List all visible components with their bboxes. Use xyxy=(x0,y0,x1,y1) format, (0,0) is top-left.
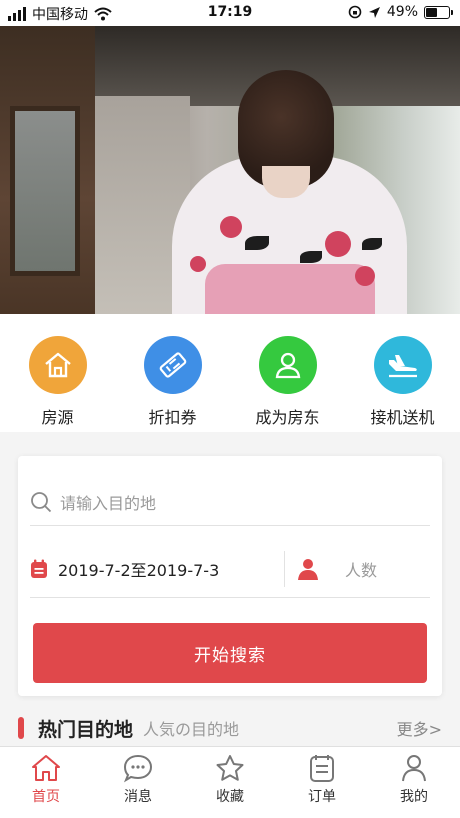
menu-label: 折扣券 xyxy=(148,408,197,427)
person-icon xyxy=(258,336,317,394)
tab-favorites[interactable]: 收藏 xyxy=(190,753,270,818)
calendar-icon xyxy=(31,559,47,578)
status-right: 49% xyxy=(348,4,453,20)
hero-banner[interactable] xyxy=(0,26,460,314)
menu-item-airport-transfer[interactable]: 接机送机 xyxy=(348,336,458,432)
search-icon xyxy=(31,491,52,512)
rotation-lock-icon xyxy=(348,5,362,19)
menu-label: 房源 xyxy=(41,408,74,427)
date-range[interactable]: 2019-7-2至2019-7-3 xyxy=(58,557,284,581)
menu-label: 接机送机 xyxy=(370,408,435,427)
star-icon xyxy=(216,755,244,781)
tab-label: 首页 xyxy=(32,789,60,805)
user-icon xyxy=(402,755,426,782)
search-card: 请输入目的地 2019-7-2至2019-7-3 人数 开始搜索 xyxy=(18,456,442,696)
ticket-icon xyxy=(143,336,202,394)
menu-label: 成为房东 xyxy=(255,408,320,427)
battery-icon xyxy=(424,5,453,19)
menu-item-become-host[interactable]: 成为房东 xyxy=(233,336,343,432)
plane-icon xyxy=(373,336,432,394)
destination-field[interactable]: 请输入目的地 xyxy=(30,478,430,526)
tab-messages[interactable]: 消息 xyxy=(98,753,178,818)
menu-item-coupons[interactable]: 折扣券 xyxy=(118,336,228,432)
menu-item-listings[interactable]: 房源 xyxy=(3,336,113,432)
quick-menu: 房源 折扣券 成为房东 接机送机 xyxy=(0,314,460,432)
message-icon xyxy=(123,754,153,783)
tab-home[interactable]: 首页 xyxy=(6,753,86,818)
order-icon xyxy=(310,755,334,782)
battery-percent: 49% xyxy=(386,4,418,20)
tab-label: 订单 xyxy=(308,789,336,805)
hot-destinations-header: 热门目的地 人気の目的地 更多> xyxy=(0,706,460,750)
tab-label: 收藏 xyxy=(216,789,244,805)
house-icon xyxy=(28,336,87,394)
tab-profile[interactable]: 我的 xyxy=(374,753,454,818)
destination-placeholder: 请输入目的地 xyxy=(60,493,157,513)
section-title: 热门目的地 xyxy=(38,718,134,741)
more-link[interactable]: 更多> xyxy=(397,716,442,740)
home-icon xyxy=(32,755,60,781)
tab-orders[interactable]: 订单 xyxy=(282,753,362,818)
tab-label: 我的 xyxy=(400,789,428,805)
date-row: 2019-7-2至2019-7-3 人数 xyxy=(30,540,430,598)
tab-label: 消息 xyxy=(124,789,152,805)
person-icon xyxy=(298,558,318,580)
search-button[interactable]: 开始搜索 xyxy=(33,623,427,683)
section-subtitle: 人気の目的地 xyxy=(143,720,240,739)
accent-bar xyxy=(18,717,24,739)
row-divider xyxy=(284,550,285,587)
guest-count-field[interactable]: 人数 xyxy=(345,557,377,581)
location-icon xyxy=(368,6,380,18)
tab-bar: 首页 消息 收藏 订单 我的 xyxy=(0,746,460,818)
status-bar: 中国移动 17:19 49% xyxy=(0,0,460,26)
